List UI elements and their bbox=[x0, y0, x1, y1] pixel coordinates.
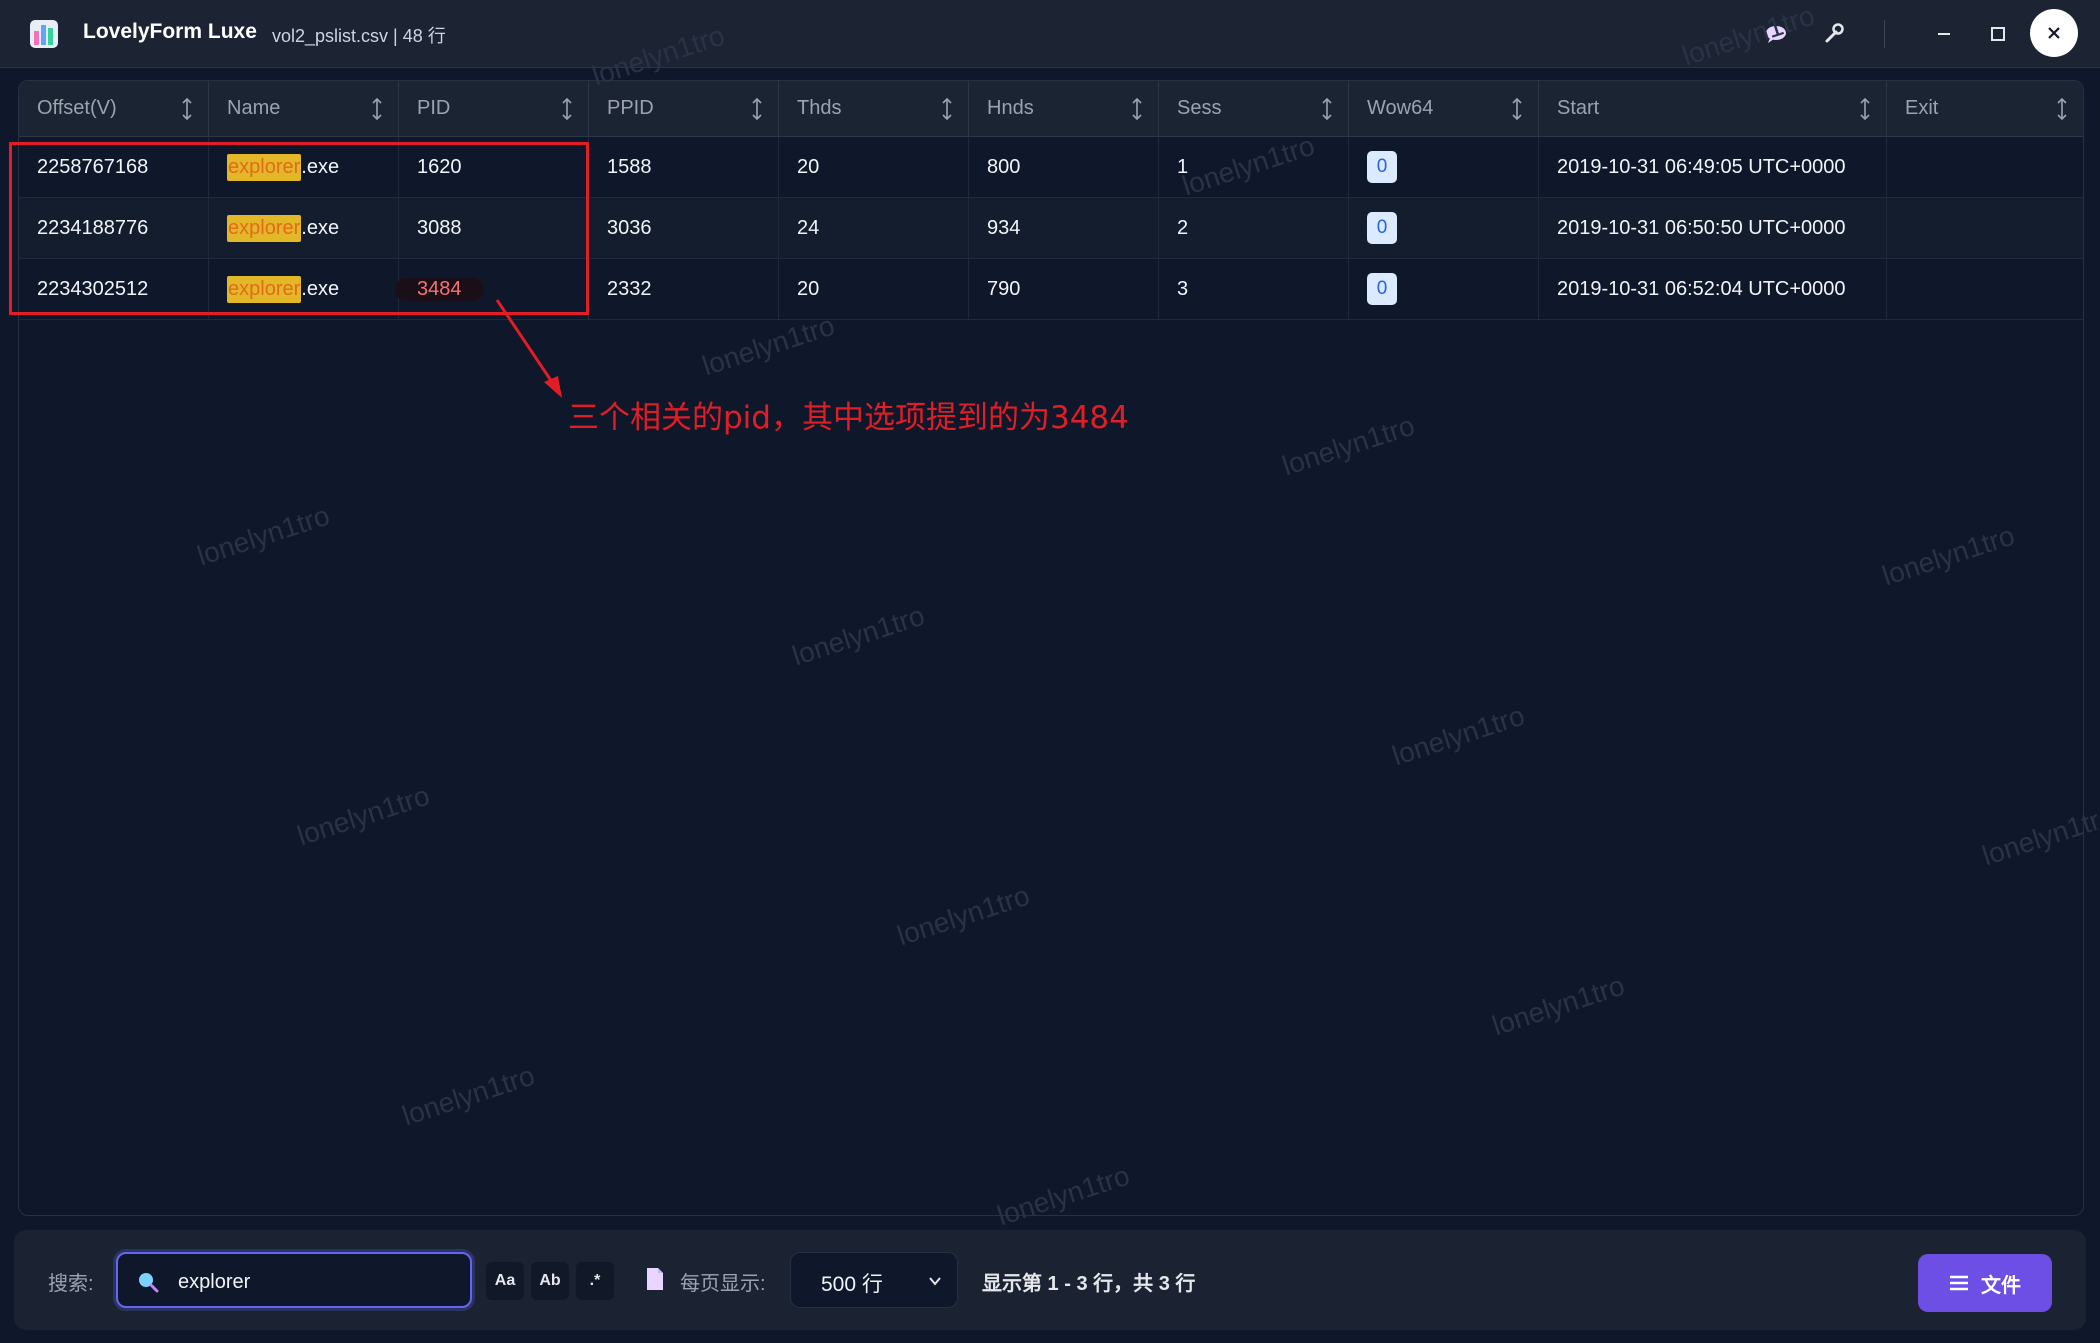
cell-value: 20 bbox=[797, 155, 820, 178]
per-page-select[interactable]: 500 行 bbox=[790, 1252, 958, 1308]
cell-value: 2 bbox=[1177, 216, 1189, 239]
cell-hnds: 934 bbox=[969, 198, 1159, 258]
column-header-hnds[interactable]: Hnds bbox=[969, 81, 1159, 136]
cell-start: 2019-10-31 06:50:50 UTC+0000 bbox=[1539, 198, 1887, 258]
column-header-label: Offset(V) bbox=[37, 97, 117, 119]
wow64-badge: 0 bbox=[1367, 212, 1397, 244]
cell-ppid: 3036 bbox=[589, 198, 779, 258]
cell-thds: 20 bbox=[779, 259, 969, 319]
wow64-badge: 0 bbox=[1367, 151, 1397, 183]
cell-exit bbox=[1887, 259, 2083, 319]
wrench-icon[interactable] bbox=[1818, 18, 1850, 50]
column-header-label: Name bbox=[227, 97, 281, 119]
column-header-label: Thds bbox=[797, 97, 842, 119]
cell-value: 2019-10-31 06:52:04 UTC+0000 bbox=[1557, 277, 1846, 300]
app-logo-icon bbox=[30, 20, 58, 48]
search-input[interactable] bbox=[176, 1264, 460, 1300]
cell-exit bbox=[1887, 137, 2083, 197]
pagination-status: 显示第 1 - 3 行，共 3 行 bbox=[982, 1273, 1196, 1295]
cell-sess: 3 bbox=[1159, 259, 1349, 319]
cell-value: 2019-10-31 06:49:05 UTC+0000 bbox=[1557, 155, 1846, 178]
cell-value: 2332 bbox=[607, 277, 652, 300]
menu-icon bbox=[1950, 1275, 1968, 1291]
close-icon bbox=[2048, 27, 2060, 39]
file-menu-button[interactable]: 文件 bbox=[1918, 1254, 2052, 1312]
cell-wow64: 0 bbox=[1349, 259, 1539, 319]
cell-hnds: 800 bbox=[969, 137, 1159, 197]
column-header-name[interactable]: Name bbox=[209, 81, 399, 136]
cell-value: 3036 bbox=[607, 216, 652, 239]
titlebar-divider bbox=[1884, 20, 1885, 48]
per-page-value: 500 行 bbox=[821, 1273, 883, 1296]
per-page-label: 每页显示: bbox=[680, 1273, 766, 1295]
file-info: vol2_pslist.csv | 48 行 bbox=[272, 26, 446, 46]
column-header-exit[interactable]: Exit bbox=[1887, 81, 2083, 136]
cell-hnds: 790 bbox=[969, 259, 1159, 319]
close-button[interactable] bbox=[2030, 9, 2078, 57]
match-case-button[interactable]: Aa bbox=[486, 1262, 524, 1300]
sort-icon[interactable] bbox=[1510, 97, 1524, 121]
minimize-icon[interactable] bbox=[1928, 18, 1960, 50]
wow64-badge: 0 bbox=[1367, 273, 1397, 305]
sort-icon[interactable] bbox=[2055, 97, 2069, 121]
column-header-offset[interactable]: Offset(V) bbox=[19, 81, 209, 136]
sort-icon[interactable] bbox=[1320, 97, 1334, 121]
column-header-pid[interactable]: PID bbox=[399, 81, 589, 136]
column-header-start[interactable]: Start bbox=[1539, 81, 1887, 136]
regex-button[interactable]: .* bbox=[576, 1262, 614, 1300]
cell-value: 20 bbox=[797, 277, 820, 300]
maximize-icon[interactable] bbox=[1982, 18, 2014, 50]
cell-ppid: 2332 bbox=[589, 259, 779, 319]
column-header-label: Hnds bbox=[987, 97, 1034, 119]
sort-icon[interactable] bbox=[940, 97, 954, 121]
bottom-toolbar: 搜索: Aa Ab .* 每页显示: 500 行 显示第 1 - 3 行，共 3… bbox=[14, 1230, 2086, 1330]
search-label: 搜索: bbox=[48, 1273, 94, 1295]
cell-value: 3 bbox=[1177, 277, 1189, 300]
cell-wow64: 0 bbox=[1349, 137, 1539, 197]
sort-icon[interactable] bbox=[180, 97, 194, 121]
search-icon bbox=[139, 1273, 159, 1293]
sort-icon[interactable] bbox=[1130, 97, 1144, 121]
column-header-label: PPID bbox=[607, 97, 654, 119]
chevron-down-icon bbox=[929, 1277, 941, 1286]
annotation-box bbox=[9, 142, 589, 315]
column-header-label: PID bbox=[417, 97, 451, 119]
cell-value: 934 bbox=[987, 216, 1021, 239]
page-icon bbox=[647, 1268, 663, 1290]
sort-icon[interactable] bbox=[750, 97, 764, 121]
column-header-label: Exit bbox=[1905, 97, 1939, 119]
column-header-label: Wow64 bbox=[1367, 97, 1434, 119]
sort-icon[interactable] bbox=[560, 97, 574, 121]
cell-value: 790 bbox=[987, 277, 1021, 300]
column-header-thds[interactable]: Thds bbox=[779, 81, 969, 136]
cell-start: 2019-10-31 06:49:05 UTC+0000 bbox=[1539, 137, 1887, 197]
cell-thds: 24 bbox=[779, 198, 969, 258]
cell-start: 2019-10-31 06:52:04 UTC+0000 bbox=[1539, 259, 1887, 319]
table-header: Offset(V) Name PID PPID Thds Hnds Sess Wow64 Sta… bbox=[19, 81, 2083, 137]
cell-exit bbox=[1887, 198, 2083, 258]
column-header-ppid[interactable]: PPID bbox=[589, 81, 779, 136]
cell-wow64: 0 bbox=[1349, 198, 1539, 258]
app-title: LovelyForm Luxe bbox=[83, 20, 257, 43]
column-header-label: Start bbox=[1557, 97, 1600, 119]
cell-thds: 20 bbox=[779, 137, 969, 197]
column-header-wow64[interactable]: Wow64 bbox=[1349, 81, 1539, 136]
file-button-label: 文件 bbox=[1981, 1274, 2021, 1297]
whole-word-button[interactable]: Ab bbox=[531, 1262, 569, 1300]
search-box[interactable] bbox=[116, 1252, 472, 1308]
cell-sess: 2 bbox=[1159, 198, 1349, 258]
sort-icon[interactable] bbox=[1858, 97, 1872, 121]
column-header-label: Sess bbox=[1177, 97, 1222, 119]
cell-value: 2019-10-31 06:50:50 UTC+0000 bbox=[1557, 216, 1846, 239]
cell-value: 24 bbox=[797, 216, 820, 239]
cell-value: 800 bbox=[987, 155, 1021, 178]
column-header-sess[interactable]: Sess bbox=[1159, 81, 1349, 136]
cell-value: 1588 bbox=[607, 155, 652, 178]
sort-icon[interactable] bbox=[370, 97, 384, 121]
cell-ppid: 1588 bbox=[589, 137, 779, 197]
annotation-text: 三个相关的pid，其中选项提到的为3484 bbox=[568, 400, 1129, 436]
